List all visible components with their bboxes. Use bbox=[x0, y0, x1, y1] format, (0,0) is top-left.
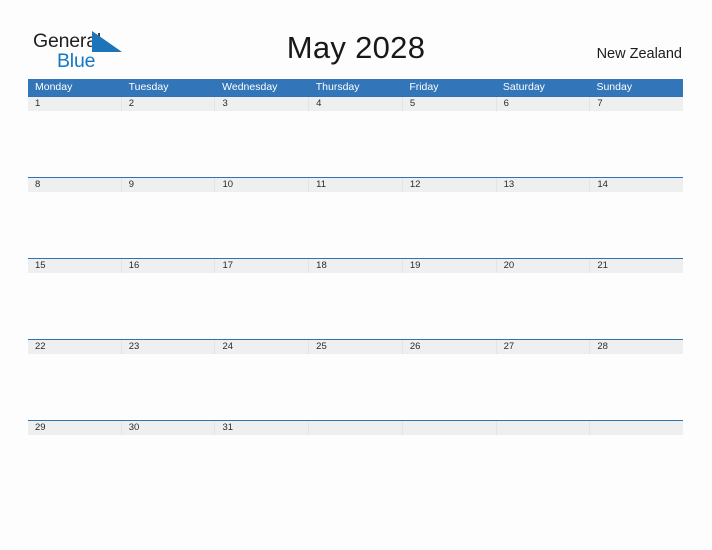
day-number[interactable]: 9 bbox=[122, 178, 216, 192]
day-number[interactable] bbox=[403, 421, 497, 435]
day-event-cell[interactable] bbox=[402, 273, 496, 340]
day-event-cell[interactable] bbox=[589, 354, 683, 421]
weekday-header-sunday: Sunday bbox=[596, 81, 633, 93]
day-number[interactable]: 13 bbox=[497, 178, 591, 192]
calendar-week-row: 15 16 17 18 19 20 21 bbox=[28, 258, 683, 340]
day-event-cell[interactable] bbox=[402, 192, 496, 259]
day-event-cell[interactable] bbox=[215, 111, 309, 178]
week-date-band: 15 16 17 18 19 20 21 bbox=[28, 258, 683, 273]
day-event-cell[interactable] bbox=[215, 192, 309, 259]
day-number[interactable]: 14 bbox=[590, 178, 683, 192]
weekday-header-saturday: Saturday bbox=[502, 81, 545, 93]
day-number[interactable]: 24 bbox=[215, 340, 310, 354]
calendar-week-row: 8 9 10 11 12 13 14 bbox=[28, 177, 683, 259]
day-number[interactable]: 27 bbox=[497, 340, 591, 354]
week-date-band: 29 30 31 bbox=[28, 420, 683, 435]
calendar-grid: Monday Tuesday Wednesday Thursday Friday… bbox=[28, 79, 683, 449]
day-number[interactable]: 10 bbox=[215, 178, 310, 192]
day-event-cell[interactable] bbox=[28, 435, 122, 449]
weekday-header-tuesday: Tuesday bbox=[128, 81, 169, 93]
weekday-header-thursday: Thursday bbox=[315, 81, 360, 93]
day-number[interactable]: 8 bbox=[28, 178, 122, 192]
day-number[interactable]: 26 bbox=[403, 340, 497, 354]
day-event-cell[interactable] bbox=[496, 435, 590, 449]
day-event-cell[interactable] bbox=[28, 354, 122, 421]
calendar-week-row: 29 30 31 bbox=[28, 420, 683, 449]
day-event-cell[interactable] bbox=[122, 192, 216, 259]
day-number[interactable]: 18 bbox=[309, 259, 403, 273]
day-number[interactable]: 4 bbox=[309, 97, 403, 111]
day-number[interactable]: 2 bbox=[122, 97, 216, 111]
weekday-header-monday: Monday bbox=[35, 81, 73, 93]
day-number[interactable] bbox=[309, 421, 403, 435]
day-number[interactable]: 11 bbox=[309, 178, 403, 192]
day-event-cell[interactable] bbox=[28, 192, 122, 259]
day-event-cell[interactable] bbox=[122, 354, 216, 421]
day-number[interactable]: 6 bbox=[497, 97, 591, 111]
day-event-cell[interactable] bbox=[496, 273, 590, 340]
weekday-header-wednesday: Wednesday bbox=[222, 81, 278, 93]
day-event-cell[interactable] bbox=[589, 192, 683, 259]
country-label: New Zealand bbox=[596, 46, 682, 62]
week-event-area bbox=[28, 435, 683, 449]
weekday-header-friday: Friday bbox=[409, 81, 439, 93]
day-event-cell[interactable] bbox=[122, 435, 216, 449]
week-date-band: 22 23 24 25 26 27 28 bbox=[28, 339, 683, 354]
day-event-cell[interactable] bbox=[28, 273, 122, 340]
day-event-cell[interactable] bbox=[309, 273, 403, 340]
day-event-cell[interactable] bbox=[215, 354, 309, 421]
page-header: General Blue May 2028 New Zealand bbox=[0, 0, 712, 78]
day-event-cell[interactable] bbox=[309, 354, 403, 421]
day-event-cell[interactable] bbox=[496, 192, 590, 259]
day-event-cell[interactable] bbox=[589, 273, 683, 340]
day-number[interactable]: 17 bbox=[215, 259, 310, 273]
day-number[interactable]: 12 bbox=[403, 178, 497, 192]
day-event-cell[interactable] bbox=[309, 192, 403, 259]
day-number[interactable]: 31 bbox=[215, 421, 310, 435]
day-number[interactable]: 21 bbox=[590, 259, 683, 273]
day-number[interactable]: 3 bbox=[215, 97, 310, 111]
calendar-week-row: 1 2 3 4 5 6 7 bbox=[28, 96, 683, 178]
weekday-header-row: Monday Tuesday Wednesday Thursday Friday… bbox=[28, 79, 683, 96]
day-number[interactable] bbox=[590, 421, 683, 435]
day-event-cell[interactable] bbox=[589, 111, 683, 178]
day-event-cell[interactable] bbox=[122, 111, 216, 178]
day-number[interactable]: 25 bbox=[309, 340, 403, 354]
day-number[interactable]: 23 bbox=[122, 340, 216, 354]
day-number[interactable]: 28 bbox=[590, 340, 683, 354]
day-number[interactable] bbox=[497, 421, 591, 435]
day-number[interactable]: 16 bbox=[122, 259, 216, 273]
day-event-cell[interactable] bbox=[402, 435, 496, 449]
week-event-area bbox=[28, 192, 683, 259]
day-number[interactable]: 1 bbox=[28, 97, 122, 111]
day-event-cell[interactable] bbox=[402, 111, 496, 178]
week-date-band: 1 2 3 4 5 6 7 bbox=[28, 96, 683, 111]
day-event-cell[interactable] bbox=[496, 354, 590, 421]
day-event-cell[interactable] bbox=[215, 435, 309, 449]
day-event-cell[interactable] bbox=[309, 435, 403, 449]
day-event-cell[interactable] bbox=[309, 111, 403, 178]
day-number[interactable]: 7 bbox=[590, 97, 683, 111]
day-event-cell[interactable] bbox=[402, 354, 496, 421]
day-number[interactable]: 5 bbox=[403, 97, 497, 111]
day-event-cell[interactable] bbox=[122, 273, 216, 340]
calendar-week-row: 22 23 24 25 26 27 28 bbox=[28, 339, 683, 421]
week-event-area bbox=[28, 111, 683, 178]
calendar-page: General Blue May 2028 New Zealand Monday… bbox=[0, 0, 712, 550]
day-event-cell[interactable] bbox=[28, 111, 122, 178]
day-number[interactable]: 30 bbox=[122, 421, 216, 435]
week-date-band: 8 9 10 11 12 13 14 bbox=[28, 177, 683, 192]
day-event-cell[interactable] bbox=[589, 435, 683, 449]
day-number[interactable]: 15 bbox=[28, 259, 122, 273]
day-number[interactable]: 20 bbox=[497, 259, 591, 273]
day-number[interactable]: 19 bbox=[403, 259, 497, 273]
week-event-area bbox=[28, 273, 683, 340]
week-event-area bbox=[28, 354, 683, 421]
day-event-cell[interactable] bbox=[215, 273, 309, 340]
day-number[interactable]: 22 bbox=[28, 340, 122, 354]
day-event-cell[interactable] bbox=[496, 111, 590, 178]
day-number[interactable]: 29 bbox=[28, 421, 122, 435]
